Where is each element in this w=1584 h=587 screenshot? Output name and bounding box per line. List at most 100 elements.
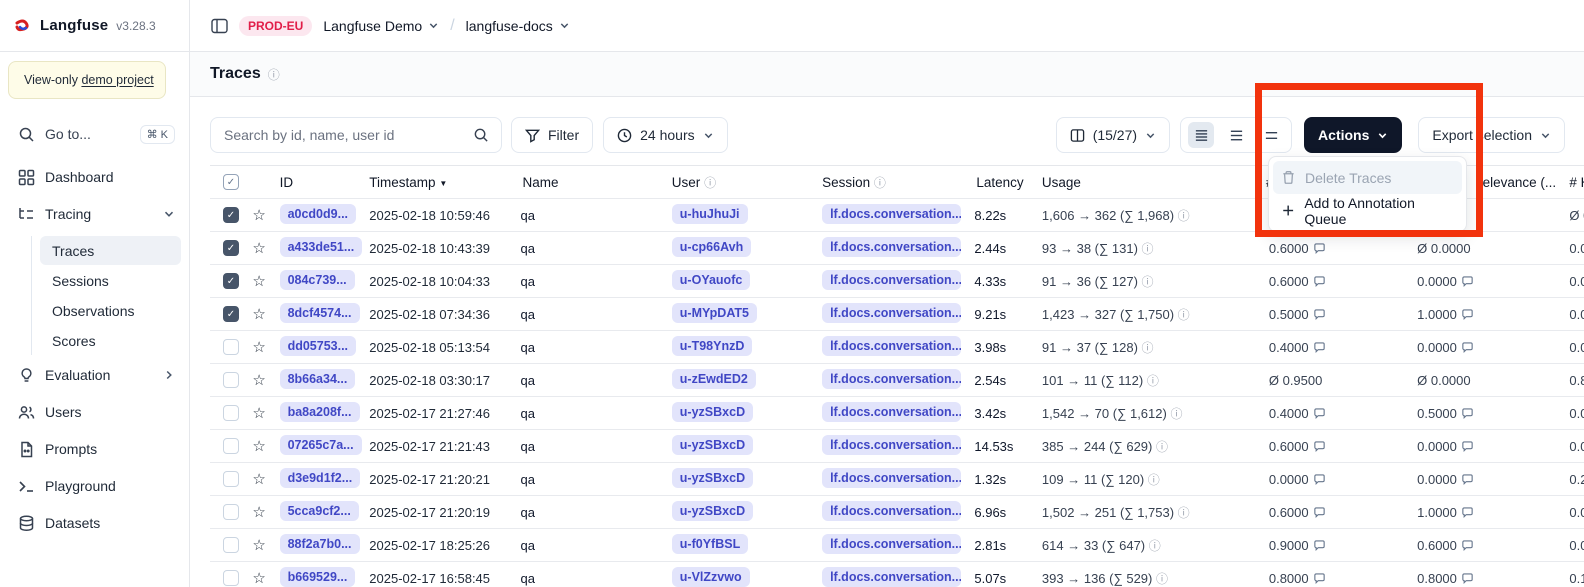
user-badge[interactable]: u-yzSBxcD bbox=[672, 501, 753, 521]
user-badge[interactable]: u-yzSBxcD bbox=[672, 435, 753, 455]
row-checkbox[interactable] bbox=[223, 372, 239, 388]
row-checkbox[interactable]: ✓ bbox=[223, 273, 239, 289]
user-badge[interactable]: u-huJhuJi bbox=[672, 204, 748, 224]
trace-id-badge[interactable]: 8dcf4574... bbox=[280, 303, 360, 323]
session-badge[interactable]: lf.docs.conversation... bbox=[822, 468, 961, 488]
sidebar-item-sessions[interactable]: Sessions bbox=[40, 266, 181, 295]
row-height-medium-button[interactable] bbox=[1223, 122, 1249, 148]
row-checkbox[interactable] bbox=[223, 471, 239, 487]
filter-button[interactable]: Filter bbox=[511, 117, 593, 153]
row-checkbox[interactable] bbox=[223, 537, 239, 553]
star-icon[interactable]: ☆ bbox=[252, 537, 265, 554]
session-badge[interactable]: lf.docs.conversation... bbox=[822, 567, 961, 587]
row-checkbox[interactable]: ✓ bbox=[223, 207, 239, 223]
row-checkbox[interactable] bbox=[223, 570, 239, 586]
column-header-timestamp[interactable]: Timestamp ▼ bbox=[365, 166, 512, 199]
sidebar-item-observations[interactable]: Observations bbox=[40, 296, 181, 325]
star-icon[interactable]: ☆ bbox=[252, 240, 265, 257]
trace-id-badge[interactable]: ba8a208f... bbox=[280, 402, 360, 422]
user-badge[interactable]: u-zEwdED2 bbox=[672, 369, 756, 389]
goto-search[interactable]: Go to... ⌘ K bbox=[10, 118, 181, 150]
user-badge[interactable]: u-yzSBxcD bbox=[672, 468, 753, 488]
trace-id-badge[interactable]: d3e9d1f2... bbox=[280, 468, 361, 488]
row-checkbox[interactable] bbox=[223, 339, 239, 355]
user-badge[interactable]: u-f0YfBSL bbox=[672, 534, 748, 554]
sidebar-item-scores[interactable]: Scores bbox=[40, 326, 181, 355]
trace-id-badge[interactable]: 88f2a7b0... bbox=[280, 534, 360, 554]
user-badge[interactable]: u-MYpDAT5 bbox=[672, 303, 757, 323]
select-all-checkbox[interactable]: ✓ bbox=[223, 174, 239, 190]
star-icon[interactable]: ☆ bbox=[252, 372, 265, 389]
table-row[interactable]: ☆d3e9d1f2...2025-02-17 21:20:21qau-yzSBx… bbox=[210, 463, 1584, 496]
session-badge[interactable]: lf.docs.conversation... bbox=[822, 369, 961, 389]
table-row[interactable]: ☆dd05753...2025-02-18 05:13:54qau-T98Ynz… bbox=[210, 331, 1584, 364]
row-checkbox[interactable] bbox=[223, 405, 239, 421]
demo-project-link[interactable]: demo project bbox=[81, 73, 153, 87]
star-icon[interactable]: ☆ bbox=[252, 207, 265, 224]
trace-id-badge[interactable]: 07265c7a... bbox=[280, 435, 362, 455]
table-row[interactable]: ✓☆084c739...2025-02-18 10:04:33qau-OYauo… bbox=[210, 265, 1584, 298]
column-header-user[interactable]: User ⓘ bbox=[662, 166, 813, 199]
user-badge[interactable]: u-T98YnzD bbox=[672, 336, 753, 356]
table-row[interactable]: ☆ba8a208f...2025-02-17 21:27:46qau-yzSBx… bbox=[210, 397, 1584, 430]
user-badge[interactable]: u-cp66Avh bbox=[672, 237, 751, 257]
column-header-usage[interactable]: Usage bbox=[1031, 166, 1261, 199]
sidebar-item-dashboard[interactable]: Dashboard bbox=[10, 162, 181, 192]
user-badge[interactable]: u-VlZzvwo bbox=[672, 567, 750, 587]
table-row[interactable]: ☆07265c7a...2025-02-17 21:21:43qau-yzSBx… bbox=[210, 430, 1584, 463]
row-checkbox[interactable]: ✓ bbox=[223, 240, 239, 256]
session-badge[interactable]: lf.docs.conversation... bbox=[822, 303, 961, 323]
row-height-small-button[interactable] bbox=[1188, 122, 1214, 148]
session-badge[interactable]: lf.docs.conversation... bbox=[822, 501, 961, 521]
project-switcher[interactable]: langfuse-docs bbox=[466, 18, 570, 34]
menu-item-delete-traces[interactable]: Delete Traces bbox=[1273, 161, 1462, 194]
table-row[interactable]: ☆88f2a7b0...2025-02-17 18:25:26qau-f0YfB… bbox=[210, 529, 1584, 562]
session-badge[interactable]: lf.docs.conversation... bbox=[822, 402, 961, 422]
sidebar-item-tracing[interactable]: Tracing bbox=[10, 199, 181, 229]
user-badge[interactable]: u-yzSBxcD bbox=[672, 402, 753, 422]
column-header-id[interactable]: ID bbox=[279, 166, 366, 199]
star-icon[interactable]: ☆ bbox=[252, 405, 265, 422]
star-icon[interactable]: ☆ bbox=[252, 504, 265, 521]
row-height-large-button[interactable] bbox=[1258, 122, 1284, 148]
sidebar-item-prompts[interactable]: Prompts bbox=[10, 434, 181, 464]
panel-toggle-icon[interactable] bbox=[211, 18, 228, 34]
table-row[interactable]: ☆b669529...2025-02-17 16:58:45qau-VlZzvw… bbox=[210, 562, 1584, 587]
menu-item-add-to-annotation-queue[interactable]: Add to Annotation Queue bbox=[1273, 194, 1462, 227]
star-icon[interactable]: ☆ bbox=[252, 570, 265, 587]
column-header-latency[interactable]: Latency bbox=[966, 166, 1031, 199]
star-icon[interactable]: ☆ bbox=[252, 471, 265, 488]
actions-button[interactable]: Actions bbox=[1304, 117, 1402, 153]
session-badge[interactable]: lf.docs.conversation... bbox=[822, 237, 961, 257]
row-checkbox[interactable]: ✓ bbox=[223, 306, 239, 322]
trace-id-badge[interactable]: a0cd0d9... bbox=[280, 204, 356, 224]
org-switcher[interactable]: Langfuse Demo bbox=[323, 18, 439, 34]
trace-id-badge[interactable]: a433de51... bbox=[280, 237, 362, 257]
star-icon[interactable]: ☆ bbox=[252, 438, 265, 455]
trace-id-badge[interactable]: b669529... bbox=[280, 567, 356, 587]
sidebar-item-users[interactable]: Users bbox=[10, 397, 181, 427]
session-badge[interactable]: lf.docs.conversation... bbox=[822, 336, 961, 356]
session-badge[interactable]: lf.docs.conversation... bbox=[822, 204, 961, 224]
row-checkbox[interactable] bbox=[223, 504, 239, 520]
column-header-name[interactable]: Name bbox=[513, 166, 662, 199]
sidebar-item-evaluation[interactable]: Evaluation bbox=[10, 360, 181, 390]
export-selection-button[interactable]: Export selection bbox=[1418, 117, 1565, 153]
session-badge[interactable]: lf.docs.conversation... bbox=[822, 270, 961, 290]
session-badge[interactable]: lf.docs.conversation... bbox=[822, 534, 961, 554]
sidebar-item-datasets[interactable]: Datasets bbox=[10, 508, 181, 538]
table-row[interactable]: ☆5cca9cf2...2025-02-17 21:20:19qau-yzSBx… bbox=[210, 496, 1584, 529]
table-row[interactable]: ✓☆a433de51...2025-02-18 10:43:39qau-cp66… bbox=[210, 232, 1584, 265]
trace-id-badge[interactable]: dd05753... bbox=[280, 336, 356, 356]
row-checkbox[interactable] bbox=[223, 438, 239, 454]
sidebar-item-traces[interactable]: Traces bbox=[40, 236, 181, 265]
user-badge[interactable]: u-OYauofc bbox=[672, 270, 751, 290]
column-header-session[interactable]: Session ⓘ bbox=[813, 166, 966, 199]
column-header-score3[interactable]: # H bbox=[1564, 166, 1584, 199]
search-input[interactable] bbox=[211, 127, 467, 143]
session-badge[interactable]: lf.docs.conversation... bbox=[822, 435, 961, 455]
table-row[interactable]: ☆8b66a34...2025-02-18 03:30:17qau-zEwdED… bbox=[210, 364, 1584, 397]
column-visibility-button[interactable]: (15/27) bbox=[1056, 117, 1170, 153]
star-icon[interactable]: ☆ bbox=[252, 273, 265, 290]
trace-id-badge[interactable]: 8b66a34... bbox=[280, 369, 356, 389]
